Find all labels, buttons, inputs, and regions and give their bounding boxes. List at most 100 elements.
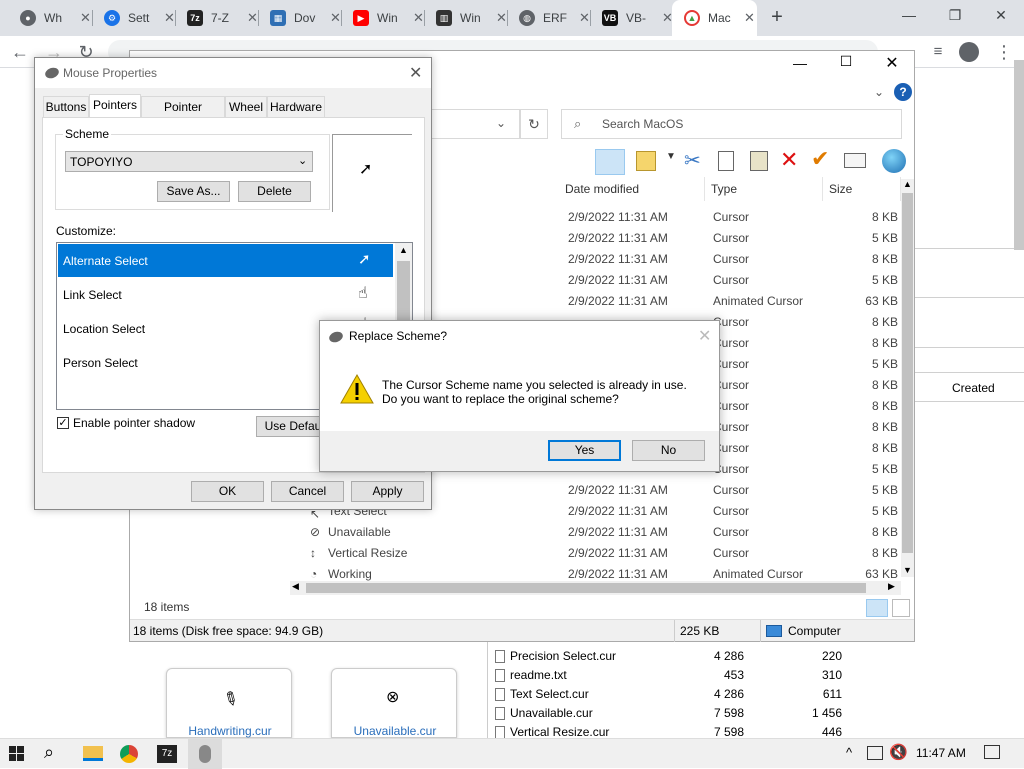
scheme-dropdown[interactable]: TOPOYIYO ⌄ xyxy=(65,151,313,172)
new-tab-button[interactable]: + xyxy=(765,6,789,30)
list-item[interactable]: Precision Select.cur 4 286 220 xyxy=(488,647,842,666)
start-windows-icon[interactable] xyxy=(9,746,25,762)
chevron-down-icon[interactable]: ⌄ xyxy=(496,116,506,130)
list-item[interactable]: Alternate Select ➚ xyxy=(58,244,393,277)
media-queue-icon[interactable]: ≡ xyxy=(926,40,950,64)
chevron-up-icon[interactable]: ^ xyxy=(846,745,852,760)
tab-hardware[interactable]: Hardware xyxy=(267,96,325,117)
address-bar[interactable]: ⌄ xyxy=(430,109,520,139)
dialog-title: Replace Scheme? xyxy=(349,329,448,343)
browser-tab[interactable]: ▦ Dov ✕ xyxy=(258,0,341,36)
ok-button[interactable]: OK xyxy=(191,481,264,502)
tab-buttons[interactable]: Buttons xyxy=(43,96,89,117)
back-icon[interactable]: ← xyxy=(8,40,32,64)
table-row[interactable]: ↕ Vertical Resize 2/9/2022 11:31 AM Cursor 8… xyxy=(130,543,901,564)
refresh-icon[interactable]: ↻ xyxy=(520,109,548,139)
more-menu-icon[interactable]: ⋮ xyxy=(992,40,1016,64)
horizontal-scrollbar[interactable]: ◀ ▶ xyxy=(290,581,901,595)
shadow-checkbox[interactable]: ✓ xyxy=(57,417,69,429)
table-row[interactable]: ◔ Working 2/9/2022 11:31 AM Animated Cursor… xyxy=(130,564,901,581)
column-header-type[interactable]: Type xyxy=(705,177,823,201)
details-view-icon[interactable] xyxy=(866,599,888,617)
browser-tab-active[interactable]: ▲ Mac ✕ xyxy=(672,0,757,36)
scrollbar-thumb[interactable] xyxy=(902,193,913,553)
browser-tab[interactable]: VB VB- ✕ xyxy=(590,0,673,36)
search-box[interactable]: ⌕ Search MacOS xyxy=(561,109,902,139)
apply-button[interactable]: Apply xyxy=(351,481,424,502)
close-icon[interactable]: ✕ xyxy=(247,10,258,26)
volume-muted-icon[interactable]: 🔇 xyxy=(889,743,908,761)
file-thumbnail[interactable]: ⊗ Unavailable.cur xyxy=(331,668,457,738)
page-scrollbar[interactable] xyxy=(1014,60,1024,250)
close-icon[interactable]: ✕ xyxy=(413,10,424,26)
list-item[interactable]: Unavailable.cur 7 598 1 456 xyxy=(488,704,842,723)
browser-tab[interactable]: ▥ Win ✕ xyxy=(424,0,507,36)
alternate-select-cursor-icon: ➚ xyxy=(358,251,371,268)
help-icon[interactable]: ? xyxy=(894,83,912,101)
browser-tab[interactable]: 7z 7-Z ✕ xyxy=(175,0,258,36)
taskbar-app-active[interactable] xyxy=(188,739,222,769)
network-icon[interactable] xyxy=(867,746,883,760)
tab-wheel[interactable]: Wheel xyxy=(225,96,267,117)
browser-tab[interactable]: ⚙ Sett ✕ xyxy=(92,0,175,36)
file-explorer-icon[interactable] xyxy=(83,746,103,761)
minimize-icon[interactable]: — xyxy=(780,55,820,71)
browser-tab[interactable]: ▶ Win ✕ xyxy=(341,0,424,36)
close-icon[interactable]: ✕ xyxy=(579,10,590,26)
tab-pointer-options[interactable]: Pointer Options xyxy=(141,96,225,134)
profile-avatar-icon[interactable] xyxy=(959,42,979,62)
vertical-scrollbar[interactable]: ▲ ▼ xyxy=(901,179,914,577)
scroll-right-icon[interactable]: ▶ xyxy=(888,581,895,592)
cancel-button[interactable]: Cancel xyxy=(271,481,344,502)
cut-icon[interactable]: ✂ xyxy=(684,148,701,173)
delete-button[interactable]: Delete xyxy=(238,181,311,202)
close-icon[interactable]: ✕ xyxy=(872,53,912,73)
globe-icon[interactable] xyxy=(882,149,906,173)
close-icon[interactable]: ✕ xyxy=(164,10,175,26)
folder-options-icon[interactable] xyxy=(636,151,656,171)
close-icon[interactable]: ✕ xyxy=(744,10,755,26)
maximize-icon[interactable]: ☐ xyxy=(826,53,866,70)
view-pane-icon[interactable] xyxy=(595,149,625,175)
close-icon[interactable]: ✕ xyxy=(496,10,507,26)
close-icon[interactable]: ✕ xyxy=(80,10,91,26)
close-icon[interactable]: ✕ xyxy=(698,326,711,346)
minimize-icon[interactable]: — xyxy=(886,0,932,30)
paste-icon[interactable] xyxy=(750,151,768,171)
delete-icon[interactable]: ✕ xyxy=(780,147,798,173)
column-header-size[interactable]: Size xyxy=(823,177,901,201)
clock-time[interactable]: 11:47 AM xyxy=(916,746,966,760)
scroll-up-icon[interactable]: ▲ xyxy=(399,245,408,255)
save-as-button[interactable]: Save As... xyxy=(157,181,230,202)
chevron-down-icon[interactable]: ▼ xyxy=(666,151,676,162)
preview-view-icon[interactable] xyxy=(892,599,910,617)
column-header-date[interactable]: Date modified xyxy=(559,177,705,201)
restore-icon[interactable]: ❐ xyxy=(932,0,978,30)
no-button[interactable]: No xyxy=(632,440,705,461)
yes-button[interactable]: Yes xyxy=(548,440,621,461)
list-item[interactable]: Text Select.cur 4 286 611 xyxy=(488,685,842,704)
file-thumbnail[interactable]: ✎ Handwriting.cur xyxy=(166,668,292,738)
search-icon[interactable]: ⌕ xyxy=(44,742,54,763)
scroll-down-icon[interactable]: ▼ xyxy=(902,565,913,575)
scrollbar-thumb[interactable] xyxy=(397,261,410,321)
close-icon[interactable]: ✕ xyxy=(330,10,341,26)
close-window-icon[interactable]: ✕ xyxy=(978,0,1024,30)
table-row[interactable]: ⊘ Unavailable 2/9/2022 11:31 AM Cursor 8 KB xyxy=(130,522,901,543)
close-icon[interactable]: ✕ xyxy=(409,63,422,83)
chrome-icon[interactable] xyxy=(120,745,138,763)
list-item[interactable]: readme.txt 453 310 xyxy=(488,666,842,685)
notifications-icon[interactable] xyxy=(984,745,1000,759)
browser-tab[interactable]: ◍ ERF ✕ xyxy=(507,0,590,36)
scroll-left-icon[interactable]: ◀ xyxy=(292,581,299,592)
tab-pointers[interactable]: Pointers xyxy=(89,94,141,118)
browser-tab[interactable]: ● Wh ✕ xyxy=(8,0,91,36)
7zip-icon[interactable]: 7z xyxy=(157,745,177,763)
chevron-down-icon[interactable]: ⌄ xyxy=(874,85,884,99)
copy-icon[interactable] xyxy=(718,151,734,171)
scrollbar-thumb[interactable] xyxy=(306,583,866,593)
rename-check-icon[interactable]: ✔ xyxy=(811,146,829,172)
properties-icon[interactable] xyxy=(844,153,866,168)
list-item[interactable]: Link Select ☝ xyxy=(58,278,393,311)
scroll-up-icon[interactable]: ▲ xyxy=(902,179,913,189)
